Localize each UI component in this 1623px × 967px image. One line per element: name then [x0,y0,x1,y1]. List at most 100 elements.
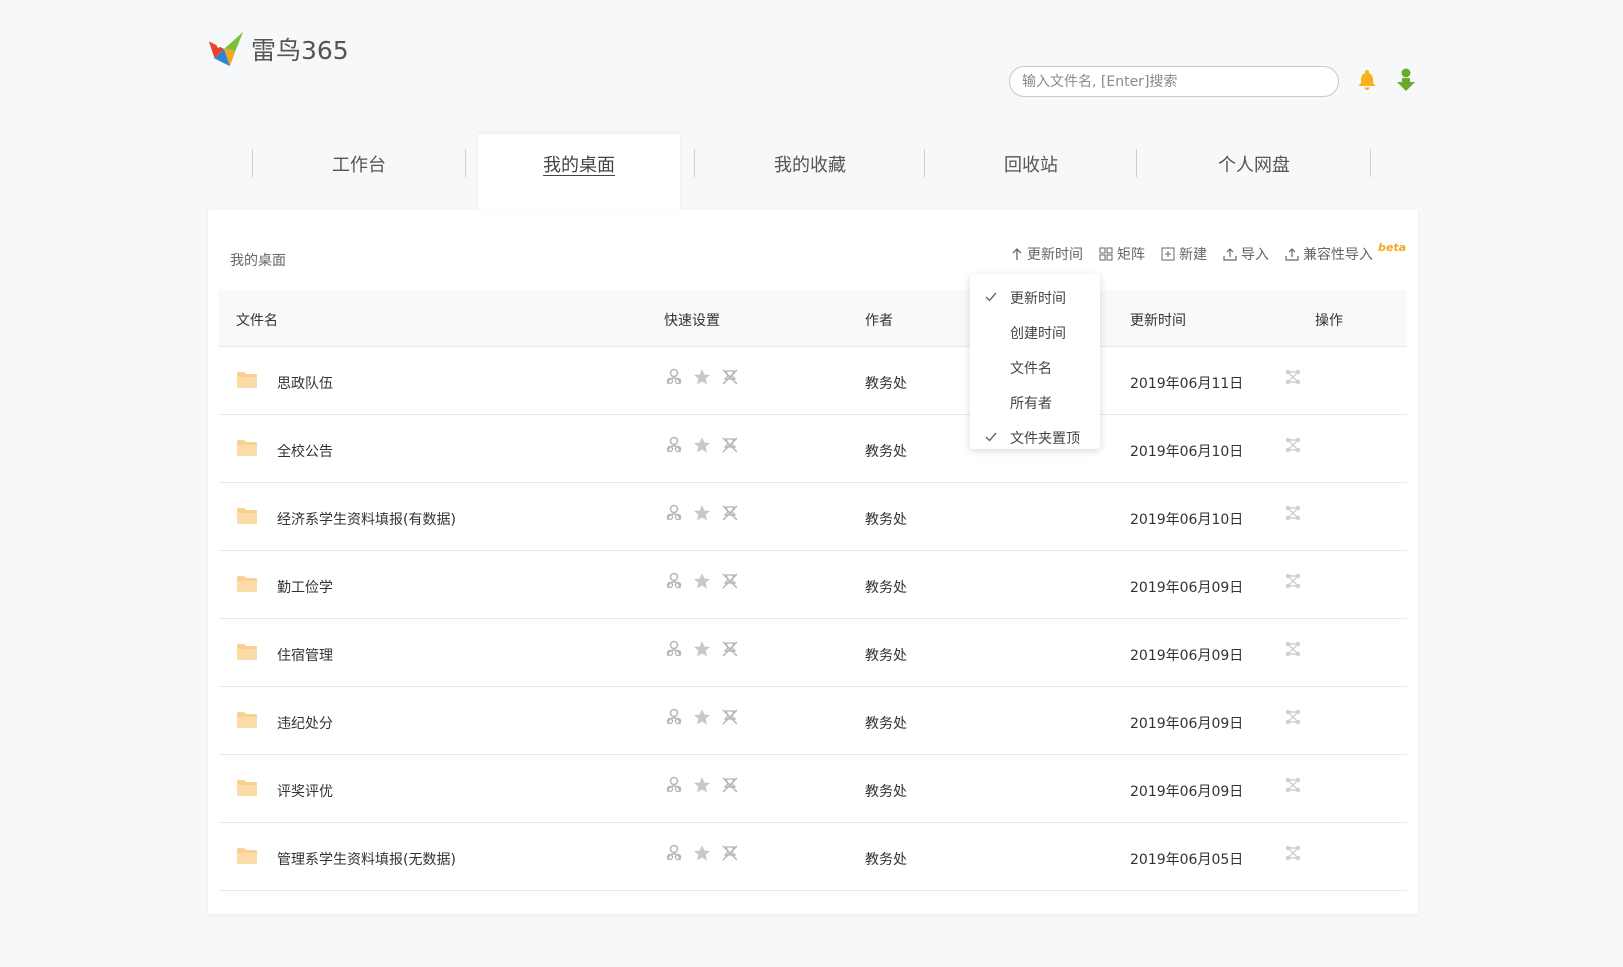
logo[interactable]: 雷鸟365 [207,30,349,68]
tab-recycle-bin[interactable]: 回收站 [925,134,1137,210]
logo-text: 雷鸟365 [251,36,349,65]
unpin-icon[interactable] [720,571,740,591]
table-row[interactable]: 评奖评优 教务处 2019年06月09日 [219,755,1407,823]
sort-option[interactable]: 更新时间 [970,280,1100,315]
file-updated: 2019年06月05日 [1130,852,1244,868]
share-users-icon[interactable] [664,639,684,659]
star-icon[interactable] [692,571,712,591]
star-icon[interactable] [692,503,712,523]
file-name[interactable]: 违纪处分 [277,713,333,733]
file-author: 教务处 [865,376,907,392]
file-updated: 2019年06月09日 [1130,648,1244,664]
star-icon[interactable] [692,435,712,455]
move-icon[interactable] [1285,845,1301,861]
move-icon[interactable] [1285,777,1301,793]
unpin-icon[interactable] [720,367,740,387]
share-users-icon[interactable] [664,503,684,523]
star-icon[interactable] [692,775,712,795]
compat-import-button[interactable]: 兼容性导入 beta [1285,240,1406,264]
table-header: 文件名 快速设置 作者 更新时间 操作 [219,290,1407,347]
sort-option[interactable]: 文件夹置顶 [970,420,1100,455]
matrix-view-button[interactable]: 矩阵 [1099,244,1145,264]
unpin-icon[interactable] [720,639,740,659]
user-download-icon[interactable] [1392,66,1420,94]
share-users-icon[interactable] [664,775,684,795]
unpin-icon[interactable] [720,707,740,727]
quick-settings [664,639,740,659]
table-row[interactable]: 思政队伍 教务处 2019年06月11日 [219,347,1407,415]
file-name[interactable]: 住宿管理 [277,645,333,665]
move-icon[interactable] [1285,505,1301,521]
tab-personal-drive[interactable]: 个人网盘 [1137,134,1371,210]
share-users-icon[interactable] [664,571,684,591]
tab-label: 我的收藏 [774,155,846,176]
file-updated: 2019年06月09日 [1130,716,1244,732]
search-input[interactable] [1009,66,1339,97]
move-icon[interactable] [1285,437,1301,453]
table-row[interactable]: 经济系学生资料填报(有数据) 教务处 2019年06月10日 [219,483,1407,551]
share-users-icon[interactable] [664,843,684,863]
import-button[interactable]: 导入 [1223,244,1269,264]
notification-bell-icon[interactable] [1353,66,1381,94]
move-icon[interactable] [1285,709,1301,725]
tab-workbench[interactable]: 工作台 [253,134,465,210]
unpin-icon[interactable] [720,435,740,455]
sort-option-label: 文件夹置顶 [1010,430,1080,447]
grid-icon [1099,247,1113,261]
file-updated: 2019年06月10日 [1130,512,1244,528]
unpin-icon[interactable] [720,843,740,863]
folder-icon [237,848,257,864]
sort-button[interactable]: 更新时间 [1011,244,1083,264]
sort-option[interactable]: 文件名 [970,350,1100,385]
move-icon[interactable] [1285,641,1301,657]
folder-icon [237,576,257,592]
move-icon[interactable] [1285,573,1301,589]
tab-my-desktop[interactable]: 我的桌面 [478,134,680,210]
table-row[interactable]: 全校公告 教务处 2019年06月10日 [219,415,1407,483]
compat-import-label: 兼容性导入 [1302,247,1373,263]
sort-option[interactable]: 创建时间 [970,315,1100,350]
file-name[interactable]: 思政队伍 [277,373,333,393]
nav-divider [465,149,466,177]
nav-divider [1370,149,1371,177]
header-filename[interactable]: 文件名 [236,310,278,330]
folder-icon [237,508,257,524]
tab-label: 回收站 [1004,155,1058,176]
file-name[interactable]: 评奖评优 [277,781,333,801]
table-row[interactable]: 勤工俭学 教务处 2019年06月09日 [219,551,1407,619]
share-users-icon[interactable] [664,435,684,455]
file-updated: 2019年06月10日 [1130,444,1244,460]
file-name[interactable]: 管理系学生资料填报(无数据) [277,849,456,869]
table-row[interactable]: 住宿管理 教务处 2019年06月09日 [219,619,1407,687]
new-button[interactable]: 新建 [1161,244,1207,264]
unpin-icon[interactable] [720,775,740,795]
share-users-icon[interactable] [664,367,684,387]
quick-settings [664,571,740,591]
star-icon[interactable] [692,707,712,727]
star-icon[interactable] [692,843,712,863]
folder-icon [237,644,257,660]
move-icon[interactable] [1285,369,1301,385]
share-users-icon[interactable] [664,707,684,727]
quick-settings [664,843,740,863]
beta-badge: beta [1377,240,1406,254]
quick-settings [664,775,740,795]
file-name[interactable]: 勤工俭学 [277,577,333,597]
tab-my-favorites[interactable]: 我的收藏 [695,134,925,210]
file-name[interactable]: 全校公告 [277,441,333,461]
star-icon[interactable] [692,639,712,659]
file-author: 教务处 [865,444,907,460]
header-author[interactable]: 作者 [865,310,893,330]
file-name[interactable]: 经济系学生资料填报(有数据) [277,509,456,529]
file-updated: 2019年06月09日 [1130,580,1244,596]
logo-bird-icon [208,31,244,67]
sort-option[interactable]: 所有者 [970,385,1100,420]
unpin-icon[interactable] [720,503,740,523]
sort-label: 更新时间 [1026,247,1083,263]
main-nav: 工作台 我的桌面 我的收藏 回收站 个人网盘 [208,134,1418,210]
table-row[interactable]: 违纪处分 教务处 2019年06月09日 [219,687,1407,755]
table-row[interactable]: 管理系学生资料填报(无数据) 教务处 2019年06月05日 [219,823,1407,891]
header-updated[interactable]: 更新时间 [1130,310,1186,330]
star-icon[interactable] [692,367,712,387]
quick-settings [664,435,740,455]
